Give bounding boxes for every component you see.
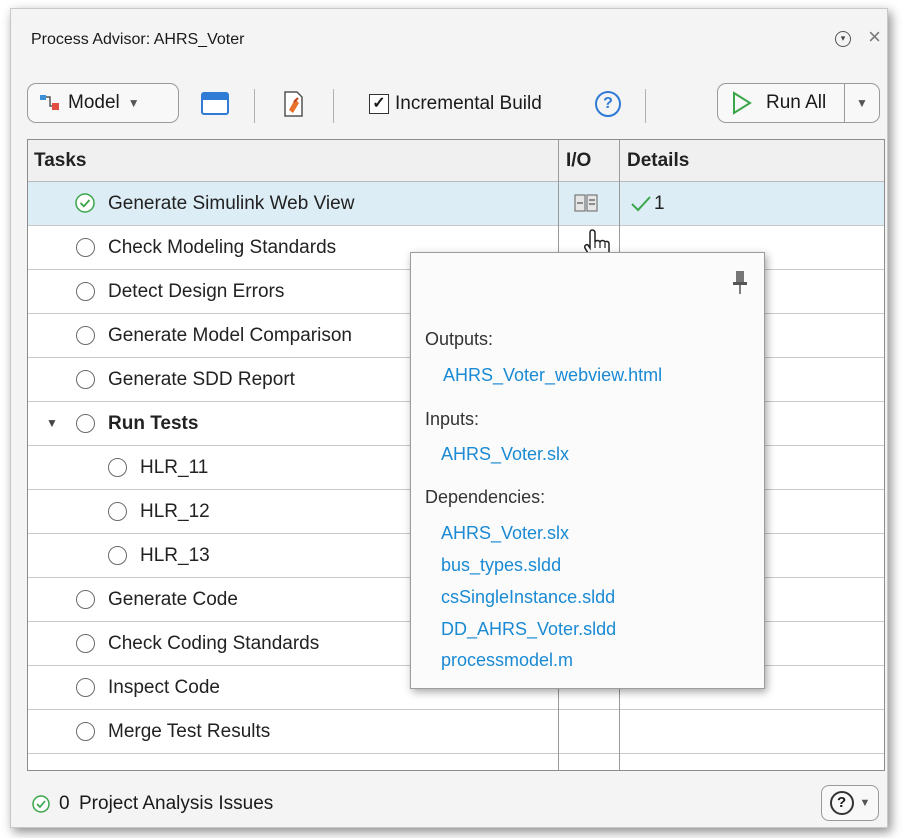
io-artifacts-popup: Outputs: AHRS_Voter_webview.html Inputs:… bbox=[410, 252, 765, 689]
output-file-link[interactable]: AHRS_Voter_webview.html bbox=[443, 365, 662, 386]
help-menu-button[interactable]: ? ▼ bbox=[821, 785, 879, 821]
status-bar: 0 Project Analysis Issues ? ▼ bbox=[11, 781, 887, 825]
column-header-tasks[interactable]: Tasks bbox=[28, 140, 558, 182]
title-bar: Process Advisor: AHRS_Voter ▾ × bbox=[11, 9, 887, 65]
status-circle-icon bbox=[108, 458, 127, 477]
task-name: Generate SDD Report bbox=[108, 369, 295, 390]
help-icon: ? bbox=[829, 791, 854, 815]
outputs-label: Outputs: bbox=[425, 329, 494, 349]
column-header-io[interactable]: I/O bbox=[560, 140, 620, 182]
status-circle-icon bbox=[76, 634, 95, 653]
status-circle-icon bbox=[76, 722, 95, 741]
io-artifacts-icon[interactable] bbox=[572, 190, 602, 218]
dependencies-label: Dependencies: bbox=[425, 487, 546, 507]
task-row[interactable]: Merge Test Results bbox=[28, 710, 884, 754]
pin-icon[interactable] bbox=[732, 269, 748, 295]
collapse-icon[interactable]: ▾ bbox=[835, 31, 851, 47]
dependency-file-link[interactable]: csSingleInstance.sldd bbox=[441, 587, 615, 608]
model-icon bbox=[40, 95, 59, 110]
chevron-down-icon: ▼ bbox=[127, 96, 140, 110]
status-circle-icon bbox=[76, 590, 95, 609]
task-name: Generate Model Comparison bbox=[108, 325, 352, 346]
task-name: HLR_11 bbox=[140, 457, 209, 478]
task-name: Detect Design Errors bbox=[108, 281, 285, 302]
grid-header: Tasks I/O Details bbox=[28, 140, 884, 182]
chevron-down-icon: ▼ bbox=[856, 96, 868, 110]
check-circle-icon bbox=[75, 193, 95, 213]
task-name: Merge Test Results bbox=[108, 721, 271, 742]
task-name: Generate Code bbox=[108, 589, 238, 610]
close-icon[interactable]: × bbox=[868, 26, 881, 48]
toolbar: Model ▼ ✓ Incremental Build ? Run All ▼ bbox=[11, 79, 887, 127]
status-circle-icon bbox=[76, 370, 95, 389]
column-header-details[interactable]: Details bbox=[621, 140, 884, 182]
play-icon bbox=[733, 91, 752, 115]
checkmark-icon bbox=[631, 196, 651, 212]
toolbar-separator bbox=[254, 89, 255, 123]
open-report-icon[interactable] bbox=[279, 89, 307, 119]
chevron-down-icon: ▼ bbox=[859, 797, 871, 809]
status-circle-icon bbox=[76, 414, 95, 433]
incremental-build-checkbox[interactable]: ✓ bbox=[369, 94, 389, 114]
task-name: HLR_13 bbox=[140, 545, 210, 566]
status-circle-icon bbox=[108, 502, 127, 521]
incremental-build-label: Incremental Build bbox=[395, 93, 542, 114]
dependency-file-link[interactable]: DD_AHRS_Voter.sldd bbox=[441, 619, 616, 640]
task-name: HLR_12 bbox=[140, 501, 210, 522]
panel-title: Process Advisor: AHRS_Voter bbox=[31, 31, 245, 48]
model-dropdown-button[interactable]: Model ▼ bbox=[27, 83, 179, 123]
task-name: Check Modeling Standards bbox=[108, 237, 337, 258]
toolbar-separator bbox=[645, 89, 646, 123]
status-circle-icon bbox=[76, 238, 95, 257]
issues-count[interactable]: 0 bbox=[59, 793, 70, 815]
task-name: Generate Simulink Web View bbox=[108, 193, 355, 214]
run-all-menu-button[interactable]: ▼ bbox=[844, 83, 880, 123]
run-all-label: Run All bbox=[766, 92, 827, 113]
input-file-link[interactable]: AHRS_Voter.slx bbox=[441, 444, 569, 465]
status-circle-icon bbox=[76, 678, 95, 697]
status-circle-icon bbox=[76, 326, 95, 345]
task-name: Check Coding Standards bbox=[108, 633, 320, 654]
task-row[interactable]: Generate Simulink Web View 1 bbox=[28, 182, 884, 226]
dependency-file-link[interactable]: bus_types.sldd bbox=[441, 555, 561, 576]
task-group-name: Run Tests bbox=[108, 413, 199, 434]
dependency-file-link[interactable]: AHRS_Voter.slx bbox=[441, 523, 569, 544]
issues-label[interactable]: Project Analysis Issues bbox=[79, 793, 273, 815]
details-count: 1 bbox=[654, 193, 665, 214]
dependency-file-link[interactable]: processmodel.m bbox=[441, 650, 573, 671]
status-circle-icon bbox=[108, 546, 127, 565]
inputs-label: Inputs: bbox=[425, 409, 480, 429]
model-label: Model bbox=[68, 92, 120, 113]
status-circle-icon bbox=[76, 282, 95, 301]
layout-window-icon[interactable] bbox=[201, 92, 229, 115]
toolbar-separator bbox=[333, 89, 334, 123]
help-icon[interactable]: ? bbox=[595, 91, 621, 117]
task-name: Inspect Code bbox=[108, 677, 220, 698]
check-circle-icon bbox=[32, 795, 50, 813]
run-all-button[interactable]: Run All bbox=[717, 83, 845, 123]
expand-triangle-icon[interactable]: ▼ bbox=[46, 416, 58, 430]
